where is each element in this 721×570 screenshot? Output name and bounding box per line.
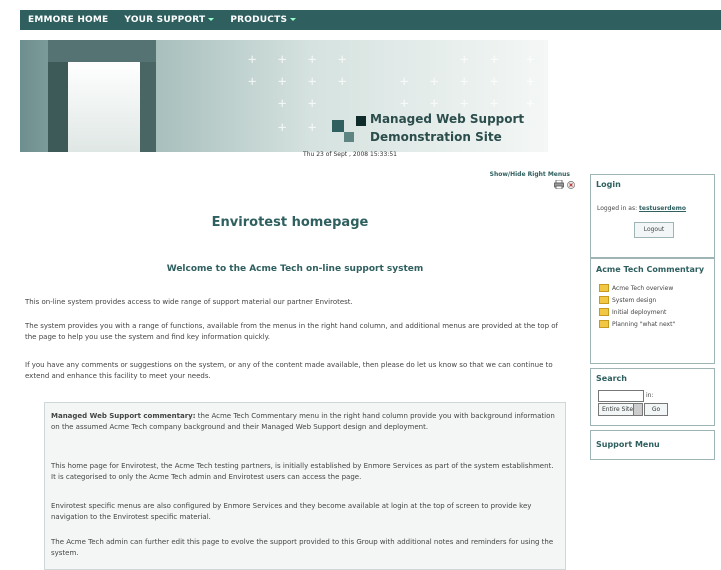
- commentary-menu-box: Acme Tech Commentary Acme Tech overview …: [590, 258, 715, 364]
- plus-icon: +: [308, 96, 317, 112]
- menu-item-label: Acme Tech overview: [612, 284, 674, 292]
- chevron-down-icon: [633, 404, 642, 415]
- top-nav-bar: EMMORE HOME YOUR SUPPORT PRODUCTS: [20, 10, 721, 30]
- feedback-paragraph: If you have any comments or suggestions …: [25, 361, 553, 380]
- plus-icon: +: [248, 52, 257, 68]
- menu-item-label: Planning "what next": [612, 320, 676, 328]
- folder-icon: [599, 308, 609, 316]
- plus-icon: +: [460, 74, 469, 90]
- plus-icon: +: [308, 120, 317, 136]
- site-banner: + + + + + + + + + + + + + + + + + + + + …: [20, 40, 548, 152]
- banner-square-decoration: [332, 120, 344, 132]
- plus-icon: +: [526, 74, 535, 90]
- intro-paragraph: This on-line system provides access to w…: [25, 298, 353, 306]
- commentary-menu-heading: Acme Tech Commentary: [596, 265, 705, 274]
- banner-lintel: [48, 40, 156, 62]
- plus-icon: +: [248, 74, 257, 90]
- plus-icon: +: [490, 96, 499, 112]
- menu-item-label: Initial deployment: [612, 308, 667, 316]
- search-in-label: in:: [646, 392, 654, 399]
- support-menu-box: Support Menu: [590, 430, 715, 460]
- nav-your-support-menu[interactable]: YOUR SUPPORT: [116, 15, 222, 25]
- nav-home-link[interactable]: EMMORE HOME: [20, 15, 116, 25]
- print-icon[interactable]: [554, 180, 564, 189]
- plus-icon: +: [278, 120, 287, 136]
- banner-arch: [68, 62, 140, 152]
- plus-icon: +: [278, 96, 287, 112]
- commentary-label: Managed Web Support commentary:: [51, 412, 196, 420]
- login-heading: Login: [596, 180, 621, 189]
- current-date: Thu 23 of Sept , 2008 15:33:51: [303, 151, 397, 158]
- plus-icon: +: [308, 52, 317, 68]
- plus-icon: +: [430, 96, 439, 112]
- plus-icon: +: [526, 52, 535, 68]
- commentary-paragraph-4: The Acme Tech admin can further edit thi…: [51, 538, 554, 557]
- plus-icon: +: [400, 74, 409, 90]
- login-box: Login Logged in as: testuserdemo Logout: [590, 174, 715, 258]
- nav-your-support-label: YOUR SUPPORT: [124, 15, 206, 25]
- show-hide-right-menus-link[interactable]: Show/Hide Right Menus: [480, 171, 570, 178]
- username-link[interactable]: testuserdemo: [639, 205, 686, 212]
- support-menu-heading: Support Menu: [596, 440, 660, 449]
- folder-icon: [599, 320, 609, 328]
- menu-item-acme-tech-overview[interactable]: Acme Tech overview: [591, 282, 714, 294]
- menu-item-planning-what-next[interactable]: Planning "what next": [591, 318, 714, 330]
- logged-in-prefix: Logged in as:: [597, 205, 640, 212]
- search-box: Search in: Entire Site Go: [590, 368, 715, 426]
- plus-icon: +: [490, 74, 499, 90]
- nav-products-menu[interactable]: PRODUCTS: [222, 15, 304, 25]
- close-icon[interactable]: [567, 181, 575, 189]
- commentary-paragraph-3: Envirotest specific menus are also confi…: [51, 502, 532, 521]
- search-heading: Search: [596, 374, 627, 383]
- chevron-down-icon: [208, 18, 215, 21]
- folder-icon: [599, 296, 609, 304]
- page-title: Envirotest homepage: [211, 215, 369, 230]
- search-scope-select[interactable]: Entire Site: [598, 403, 643, 416]
- welcome-heading: Welcome to the Acme Tech on-line support…: [166, 264, 424, 274]
- menu-item-system-design[interactable]: System design: [591, 294, 714, 306]
- plus-icon: +: [460, 96, 469, 112]
- commentary-paragraph-1: Managed Web Support commentary: the Acme…: [51, 411, 559, 433]
- chevron-down-icon: [290, 18, 297, 21]
- banner-square-decoration: [344, 132, 354, 142]
- plus-icon: +: [278, 74, 287, 90]
- plus-icon: +: [430, 74, 439, 90]
- banner-square-decoration: [356, 116, 366, 126]
- logout-button[interactable]: Logout: [634, 222, 674, 238]
- commentary-box: Managed Web Support commentary: the Acme…: [44, 402, 566, 570]
- menu-item-label: System design: [612, 296, 657, 304]
- plus-icon: +: [338, 52, 347, 68]
- plus-icon: +: [460, 52, 469, 68]
- banner-title-line2: Demonstration Site: [370, 130, 502, 144]
- folder-icon: [599, 284, 609, 292]
- plus-icon: +: [526, 96, 535, 112]
- search-scope-value: Entire Site: [602, 406, 634, 413]
- plus-icon: +: [278, 52, 287, 68]
- functions-paragraph: The system provides you with a range of …: [25, 322, 558, 341]
- menu-item-initial-deployment[interactable]: Initial deployment: [591, 306, 714, 318]
- plus-icon: +: [338, 74, 347, 90]
- commentary-paragraph-2: This home page for Envirotest, the Acme …: [51, 462, 554, 481]
- logged-in-status: Logged in as: testuserdemo: [597, 205, 686, 212]
- plus-icon: +: [308, 74, 317, 90]
- plus-icon: +: [400, 96, 409, 112]
- nav-products-label: PRODUCTS: [230, 15, 288, 25]
- search-go-button[interactable]: Go: [644, 403, 668, 416]
- search-input[interactable]: [598, 390, 644, 402]
- banner-title-line1: Managed Web Support: [370, 112, 525, 126]
- plus-icon: +: [490, 52, 499, 68]
